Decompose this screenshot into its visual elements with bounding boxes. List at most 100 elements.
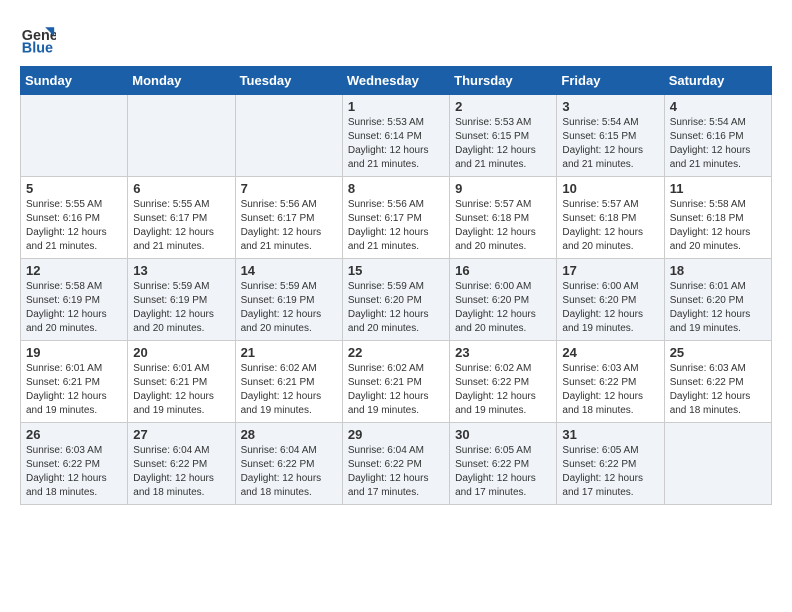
day-number: 1 bbox=[348, 99, 444, 114]
day-number: 8 bbox=[348, 181, 444, 196]
calendar-cell: 28 Sunrise: 6:04 AM Sunset: 6:22 PM Dayli… bbox=[235, 423, 342, 505]
day-info: Sunrise: 6:01 AM Sunset: 6:21 PM Dayligh… bbox=[133, 362, 229, 418]
day-info: Sunrise: 6:02 AM Sunset: 6:22 PM Dayligh… bbox=[455, 362, 551, 418]
day-number: 26 bbox=[26, 427, 122, 442]
calendar-cell: 5Sunrise: 5:55 AM Sunset: 6:16 PM Daylig… bbox=[21, 177, 128, 259]
day-number: 30 bbox=[455, 427, 551, 442]
day-info: Sunrise: 6:01 AM Sunset: 6:20 PM Dayligh… bbox=[670, 280, 766, 336]
calendar-cell: 8 Sunrise: 5:56 AM Sunset: 6:17 PM Daylig… bbox=[342, 177, 449, 259]
weekday-header-friday: Friday bbox=[557, 67, 664, 95]
weekday-header-wednesday: Wednesday bbox=[342, 67, 449, 95]
day-info: Sunrise: 6:04 AM Sunset: 6:22 PM Dayligh… bbox=[348, 444, 444, 500]
calendar-cell bbox=[128, 95, 235, 177]
svg-text:Blue: Blue bbox=[22, 40, 53, 56]
day-info: Sunrise: 6:04 AM Sunset: 6:22 PM Dayligh… bbox=[241, 444, 337, 500]
day-number: 31 bbox=[562, 427, 658, 442]
day-number: 20 bbox=[133, 345, 229, 360]
day-info: Sunrise: 5:57 AM Sunset: 6:18 PM Dayligh… bbox=[562, 198, 658, 254]
day-number: 7 bbox=[241, 181, 337, 196]
week-row-1: 1 Sunrise: 5:53 AM Sunset: 6:14 PM Daylig… bbox=[21, 95, 772, 177]
calendar-cell: 2 Sunrise: 5:53 AM Sunset: 6:15 PM Daylig… bbox=[450, 95, 557, 177]
day-number: 2 bbox=[455, 99, 551, 114]
calendar-cell: 10 Sunrise: 5:57 AM Sunset: 6:18 PM Dayli… bbox=[557, 177, 664, 259]
week-row-5: 26 Sunrise: 6:03 AM Sunset: 6:22 PM Dayli… bbox=[21, 423, 772, 505]
day-info: Sunrise: 5:55 AM Sunset: 6:17 PM Dayligh… bbox=[133, 198, 229, 254]
calendar-cell: 13Sunrise: 5:59 AM Sunset: 6:19 PM Dayli… bbox=[128, 259, 235, 341]
day-number: 5 bbox=[26, 181, 122, 196]
weekday-header-thursday: Thursday bbox=[450, 67, 557, 95]
day-info: Sunrise: 5:59 AM Sunset: 6:19 PM Dayligh… bbox=[241, 280, 337, 336]
calendar-cell: 22 Sunrise: 6:02 AM Sunset: 6:21 PM Dayli… bbox=[342, 341, 449, 423]
calendar-cell: 20 Sunrise: 6:01 AM Sunset: 6:21 PM Dayli… bbox=[128, 341, 235, 423]
day-number: 12 bbox=[26, 263, 122, 278]
day-number: 10 bbox=[562, 181, 658, 196]
weekday-header-row: SundayMondayTuesdayWednesdayThursdayFrid… bbox=[21, 67, 772, 95]
day-number: 27 bbox=[133, 427, 229, 442]
day-number: 18 bbox=[670, 263, 766, 278]
day-number: 23 bbox=[455, 345, 551, 360]
calendar-cell: 7 Sunrise: 5:56 AM Sunset: 6:17 PM Daylig… bbox=[235, 177, 342, 259]
calendar-cell: 12 Sunrise: 5:58 AM Sunset: 6:19 PM Dayli… bbox=[21, 259, 128, 341]
day-number: 11 bbox=[670, 181, 766, 196]
day-number: 21 bbox=[241, 345, 337, 360]
day-info: Sunrise: 6:02 AM Sunset: 6:21 PM Dayligh… bbox=[348, 362, 444, 418]
calendar-cell: 30 Sunrise: 6:05 AM Sunset: 6:22 PM Dayli… bbox=[450, 423, 557, 505]
calendar-cell: 26 Sunrise: 6:03 AM Sunset: 6:22 PM Dayli… bbox=[21, 423, 128, 505]
day-number: 22 bbox=[348, 345, 444, 360]
day-number: 4 bbox=[670, 99, 766, 114]
day-info: Sunrise: 5:58 AM Sunset: 6:19 PM Dayligh… bbox=[26, 280, 122, 336]
day-info: Sunrise: 6:05 AM Sunset: 6:22 PM Dayligh… bbox=[562, 444, 658, 500]
day-info: Sunrise: 6:03 AM Sunset: 6:22 PM Dayligh… bbox=[26, 444, 122, 500]
day-info: Sunrise: 6:04 AM Sunset: 6:22 PM Dayligh… bbox=[133, 444, 229, 500]
day-number: 14 bbox=[241, 263, 337, 278]
calendar-cell: 31 Sunrise: 6:05 AM Sunset: 6:22 PM Dayli… bbox=[557, 423, 664, 505]
calendar-cell bbox=[235, 95, 342, 177]
day-info: Sunrise: 6:03 AM Sunset: 6:22 PM Dayligh… bbox=[562, 362, 658, 418]
day-number: 29 bbox=[348, 427, 444, 442]
calendar-cell: 17 Sunrise: 6:00 AM Sunset: 6:20 PM Dayli… bbox=[557, 259, 664, 341]
calendar-cell: 29 Sunrise: 6:04 AM Sunset: 6:22 PM Dayli… bbox=[342, 423, 449, 505]
weekday-header-sunday: Sunday bbox=[21, 67, 128, 95]
day-info: Sunrise: 5:59 AM Sunset: 6:20 PM Dayligh… bbox=[348, 280, 444, 336]
day-number: 17 bbox=[562, 263, 658, 278]
day-number: 16 bbox=[455, 263, 551, 278]
calendar-cell: 14 Sunrise: 5:59 AM Sunset: 6:19 PM Dayli… bbox=[235, 259, 342, 341]
day-info: Sunrise: 5:53 AM Sunset: 6:14 PM Dayligh… bbox=[348, 116, 444, 172]
calendar-cell: 19Sunrise: 6:01 AM Sunset: 6:21 PM Dayli… bbox=[21, 341, 128, 423]
day-info: Sunrise: 5:57 AM Sunset: 6:18 PM Dayligh… bbox=[455, 198, 551, 254]
day-info: Sunrise: 5:59 AM Sunset: 6:19 PM Dayligh… bbox=[133, 280, 229, 336]
logo: General Blue bbox=[20, 20, 60, 56]
day-number: 6 bbox=[133, 181, 229, 196]
day-info: Sunrise: 5:56 AM Sunset: 6:17 PM Dayligh… bbox=[348, 198, 444, 254]
day-info: Sunrise: 6:05 AM Sunset: 6:22 PM Dayligh… bbox=[455, 444, 551, 500]
day-number: 15 bbox=[348, 263, 444, 278]
day-info: Sunrise: 6:00 AM Sunset: 6:20 PM Dayligh… bbox=[455, 280, 551, 336]
weekday-header-tuesday: Tuesday bbox=[235, 67, 342, 95]
day-number: 28 bbox=[241, 427, 337, 442]
logo-icon: General Blue bbox=[20, 20, 56, 56]
day-info: Sunrise: 5:53 AM Sunset: 6:15 PM Dayligh… bbox=[455, 116, 551, 172]
day-number: 25 bbox=[670, 345, 766, 360]
calendar-cell: 11 Sunrise: 5:58 AM Sunset: 6:18 PM Dayli… bbox=[664, 177, 771, 259]
day-number: 9 bbox=[455, 181, 551, 196]
calendar-cell: 6 Sunrise: 5:55 AM Sunset: 6:17 PM Daylig… bbox=[128, 177, 235, 259]
calendar-cell: 3Sunrise: 5:54 AM Sunset: 6:15 PM Daylig… bbox=[557, 95, 664, 177]
day-number: 3 bbox=[562, 99, 658, 114]
calendar-cell bbox=[664, 423, 771, 505]
calendar-cell: 23 Sunrise: 6:02 AM Sunset: 6:22 PM Dayli… bbox=[450, 341, 557, 423]
calendar-cell: 1 Sunrise: 5:53 AM Sunset: 6:14 PM Daylig… bbox=[342, 95, 449, 177]
calendar-cell bbox=[21, 95, 128, 177]
calendar-cell: 15 Sunrise: 5:59 AM Sunset: 6:20 PM Dayli… bbox=[342, 259, 449, 341]
calendar-cell: 25Sunrise: 6:03 AM Sunset: 6:22 PM Dayli… bbox=[664, 341, 771, 423]
calendar-cell: 4 Sunrise: 5:54 AM Sunset: 6:16 PM Daylig… bbox=[664, 95, 771, 177]
calendar-table: SundayMondayTuesdayWednesdayThursdayFrid… bbox=[20, 66, 772, 505]
day-info: Sunrise: 5:56 AM Sunset: 6:17 PM Dayligh… bbox=[241, 198, 337, 254]
weekday-header-monday: Monday bbox=[128, 67, 235, 95]
weekday-header-saturday: Saturday bbox=[664, 67, 771, 95]
calendar-cell: 21 Sunrise: 6:02 AM Sunset: 6:21 PM Dayli… bbox=[235, 341, 342, 423]
week-row-2: 5Sunrise: 5:55 AM Sunset: 6:16 PM Daylig… bbox=[21, 177, 772, 259]
day-info: Sunrise: 5:58 AM Sunset: 6:18 PM Dayligh… bbox=[670, 198, 766, 254]
day-info: Sunrise: 6:00 AM Sunset: 6:20 PM Dayligh… bbox=[562, 280, 658, 336]
day-info: Sunrise: 5:54 AM Sunset: 6:16 PM Dayligh… bbox=[670, 116, 766, 172]
day-info: Sunrise: 6:02 AM Sunset: 6:21 PM Dayligh… bbox=[241, 362, 337, 418]
